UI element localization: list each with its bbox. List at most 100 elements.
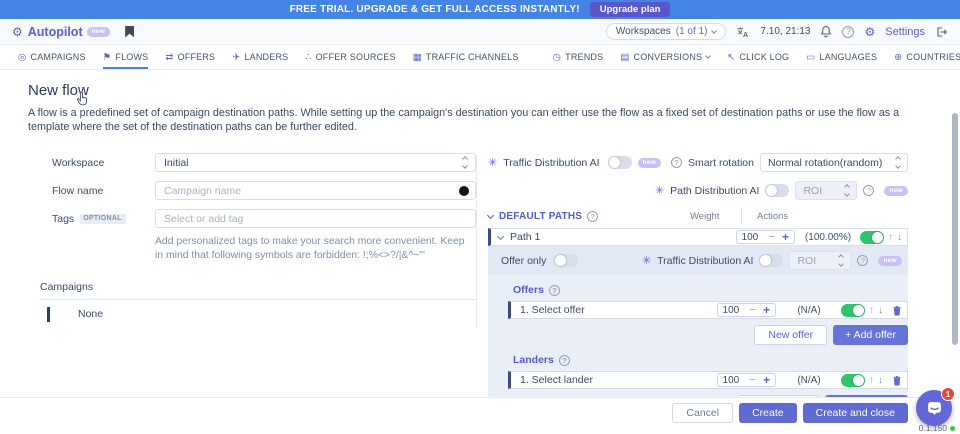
tab-languages[interactable]: ▭LANGUAGES [806,45,877,69]
new-badge: new [884,186,908,196]
workspaces-dropdown[interactable]: Workspaces (1 of 1) [606,23,727,40]
tab-label: TRAFFIC CHANNELS [426,52,519,62]
smart-rotation-help-icon[interactable] [671,157,682,168]
tab-landers[interactable]: ✈LANDERS [232,45,288,69]
minus-button[interactable]: − [750,375,756,386]
move-down-icon[interactable]: ↓ [878,305,883,316]
offer-enabled-toggle[interactable] [841,304,865,317]
default-paths-header: DEFAULT PATHS Weight Actions [488,210,908,223]
chat-launcher[interactable]: 1 [916,390,952,426]
sitemap-icon: ∴ [305,52,311,63]
offers-help-icon[interactable] [549,285,560,296]
weight-stepper: − + [736,230,795,244]
ai-icon: ✳ [655,184,664,197]
tab-label: OFFERS [178,52,216,62]
path-ai-help-icon[interactable] [863,185,874,196]
tab-click-log[interactable]: ↖CLICK LOG [727,45,789,69]
speech-bubble-icon: ▭ [806,52,815,63]
path-ai-label: Path Distribution AI [670,185,759,197]
move-down-icon[interactable]: ↓ [897,232,902,243]
trash-icon[interactable] [892,305,902,316]
cancel-button[interactable]: Cancel [672,403,733,423]
tags-label: TagsOPTIONAL [28,213,155,225]
translate-icon[interactable]: A [736,26,750,38]
flow-color-dot[interactable] [459,186,469,196]
move-up-icon[interactable]: ↑ [888,232,893,243]
minus-button[interactable]: − [750,305,756,316]
lander-enabled-toggle[interactable] [841,374,865,387]
upgrade-plan-button[interactable]: Upgrade plan [590,2,671,17]
band-help-icon[interactable] [857,255,868,266]
path-percent: (100.00%) [802,232,854,243]
offers-title-row: Offers [513,284,908,296]
logout-icon[interactable] [935,26,948,38]
trash-icon[interactable] [892,375,902,386]
new-offer-button[interactable]: New offer [754,325,827,345]
plus-button[interactable]: + [763,304,770,316]
tab-offers[interactable]: ⇄ OFFERS [165,45,215,69]
tab-traffic-channels[interactable]: ▦TRAFFIC CHANNELS [413,45,519,69]
create-button[interactable]: Create [739,403,797,423]
settings-link[interactable]: Settings [885,26,925,38]
select-sorter-icon [463,157,467,168]
minus-button[interactable]: − [769,232,775,243]
path-name: Path 1 [510,231,540,243]
band-metric-select[interactable]: ROI [789,251,851,270]
plus-button[interactable]: + [782,231,789,243]
offer-row: 1. Select offer − + (N/A) ↑ ↓ [508,301,908,319]
help-icon[interactable] [842,26,854,38]
default-paths-help-icon[interactable] [587,211,598,222]
bell-icon[interactable] [820,25,832,38]
target-icon: ◎ [18,52,27,63]
flag-icon: ⚑ [103,52,112,63]
shuffle-icon: ⇄ [165,52,173,63]
traffic-ai-label: Traffic Distribution AI [503,157,599,169]
create-and-close-button[interactable]: Create and close [803,403,908,423]
move-down-icon[interactable]: ↓ [878,375,883,386]
tab-countries[interactable]: ⊕COUNTRIES [894,45,960,69]
flow-name-input[interactable] [155,181,476,200]
select-sorter-icon [845,185,849,196]
offer-select-label[interactable]: 1. Select offer [520,304,585,316]
lander-select-label[interactable]: 1. Select lander [520,374,593,386]
move-up-icon[interactable]: ↑ [869,375,874,386]
logo-icon: ⚙ [12,25,23,39]
scrollbar-thumb[interactable] [952,113,958,345]
band-traffic-ai-toggle[interactable] [759,254,783,267]
traffic-ai-toggle[interactable] [608,156,632,169]
offers-title: Offers [513,284,544,296]
weight-stepper: − + [717,303,776,317]
logo-text[interactable]: Autopilot [28,25,83,39]
lander-weight-input[interactable] [723,375,743,386]
offer-only-toggle[interactable] [554,254,578,267]
tab-conversions[interactable]: ▤CONVERSIONS [620,45,710,69]
tab-campaigns[interactable]: ◎CAMPAIGNS [18,45,86,69]
path-options-band: Offer only ✳ Traffic Distribution AI ROI [488,246,908,275]
add-offer-button[interactable]: + Add offer [833,325,908,345]
tab-offer-sources[interactable]: ∴ OFFER SOURCES [305,45,395,69]
tags-input[interactable] [155,209,476,228]
tab-trends[interactable]: ◷TRENDS [553,45,604,69]
path-weight-input[interactable] [742,232,762,243]
page-description: A flow is a predefined set of campaign d… [28,106,936,134]
tab-label: OFFER SOURCES [316,52,396,62]
weight-stepper: − + [717,373,776,387]
bookmark-icon[interactable] [125,26,134,38]
offers-section: Offers 1. Select offer − + [508,284,908,345]
gear-icon[interactable]: ⚙ [864,25,875,39]
chat-notification-badge: 1 [941,387,955,401]
path-enabled-toggle[interactable] [860,231,884,244]
tab-flows[interactable]: ⚑FLOWS [103,45,149,69]
path-ai-metric-select[interactable]: ROI [795,181,857,200]
collapse-icon[interactable] [487,212,494,219]
workspaces-label: Workspaces [616,26,671,37]
collapse-icon[interactable] [497,233,504,240]
landers-help-icon[interactable] [559,355,570,366]
optional-badge: OPTIONAL [79,214,126,224]
smart-rotation-select[interactable]: Normal rotation(random) [760,153,908,172]
plus-button[interactable]: + [763,374,770,386]
path-ai-toggle[interactable] [765,184,789,197]
workspace-select[interactable]: Initial [155,153,476,172]
move-up-icon[interactable]: ↑ [869,305,874,316]
offer-weight-input[interactable] [723,305,743,316]
